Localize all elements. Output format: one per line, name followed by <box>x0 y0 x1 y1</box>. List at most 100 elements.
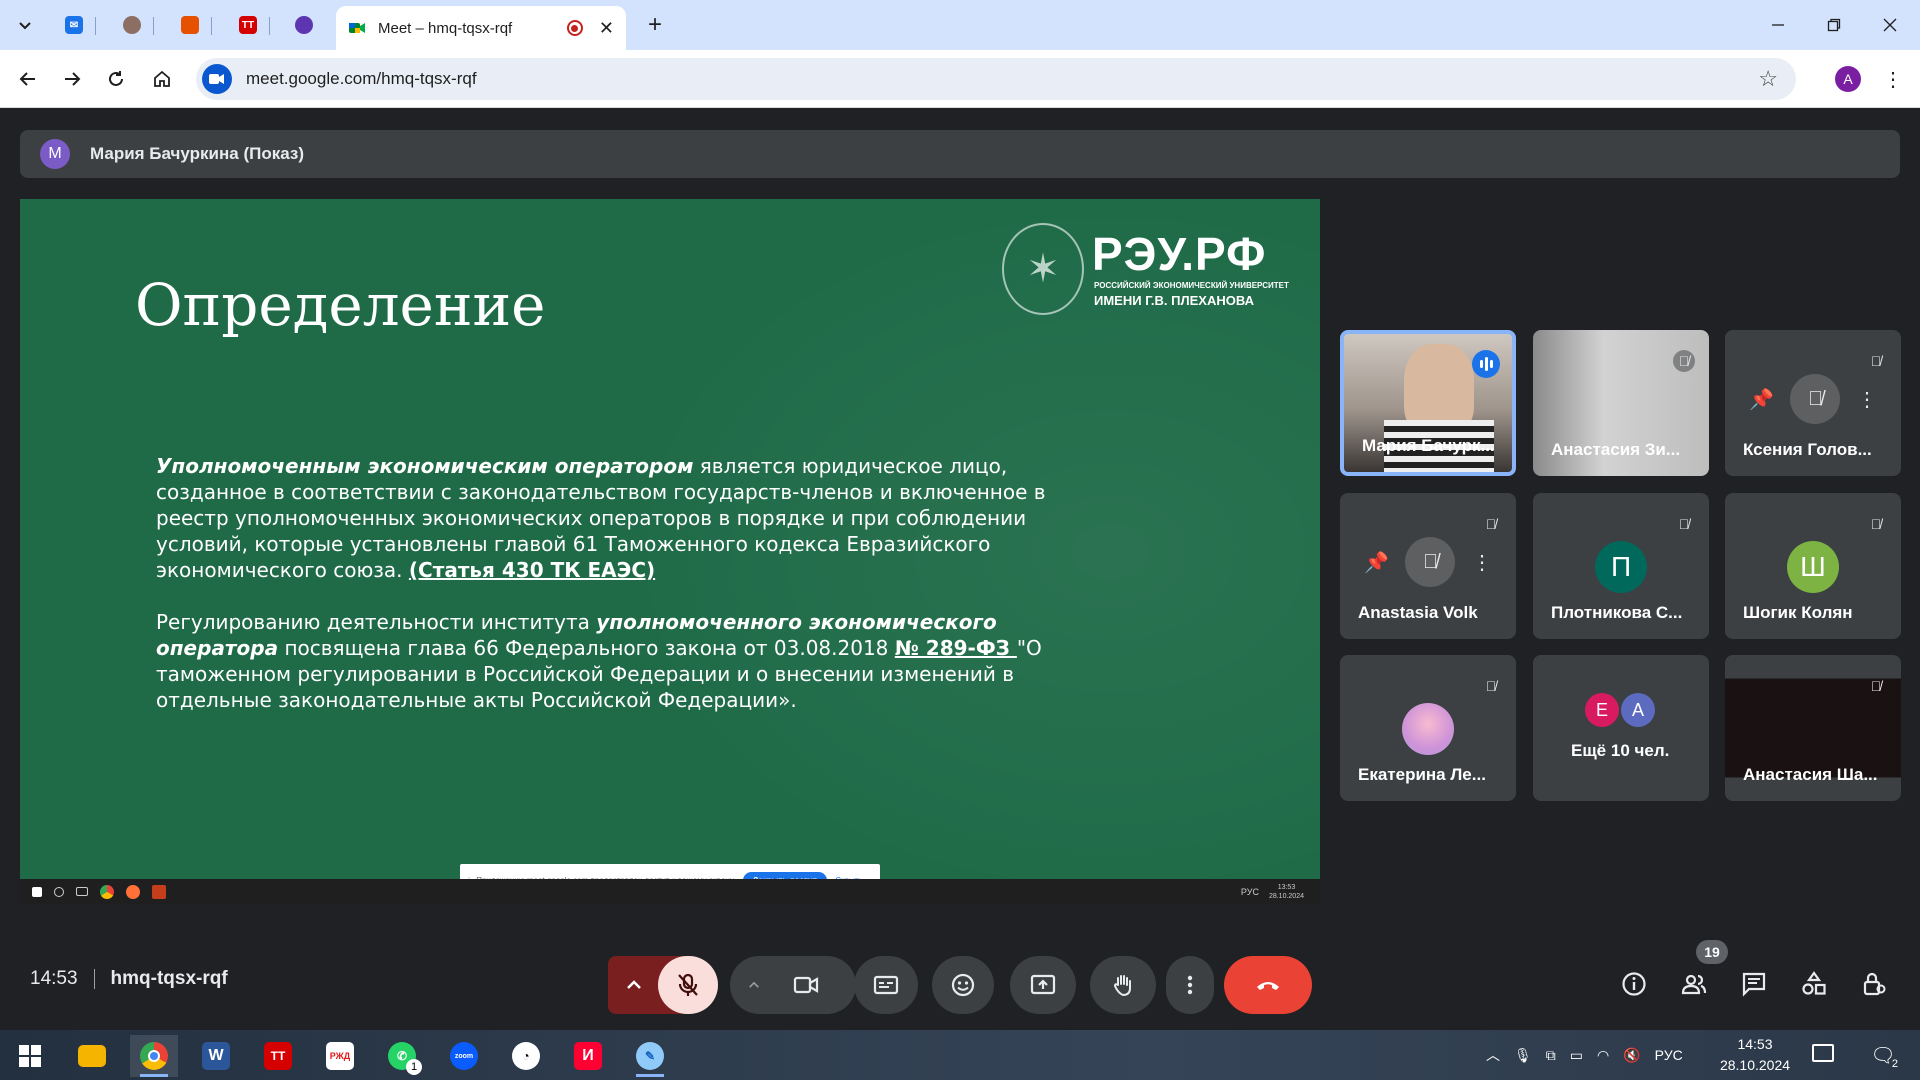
activities-icon <box>1802 971 1826 995</box>
browser-menu-button[interactable]: ⋮ <box>1878 63 1908 95</box>
show-desktop-icon[interactable] <box>1812 1044 1834 1062</box>
close-window-button[interactable] <box>1868 10 1912 40</box>
tab-separator <box>269 17 270 35</box>
shared-screen-taskbar: РУС 13:53 28.10.2024 <box>20 879 1320 904</box>
taskbar-word[interactable]: W <box>192 1035 240 1077</box>
participant-avatar: П <box>1595 541 1647 593</box>
participant-tile[interactable]: 🎙̸ П Плотникова С... <box>1533 493 1709 639</box>
speaker-mute-icon[interactable]: 🔇 <box>1623 1047 1640 1064</box>
reactions-button[interactable] <box>932 956 994 1014</box>
mail-icon: ✉ <box>65 16 83 34</box>
video-options-button[interactable] <box>730 956 856 1014</box>
more-options-icon[interactable]: ⋮ <box>1857 387 1877 412</box>
pin-icon[interactable]: 📌 <box>1364 550 1389 575</box>
system-tray: ︿ 🎙 ⧉ ▭ ◠ 🔇 РУС <box>1486 1030 1683 1080</box>
activities-button[interactable] <box>1790 960 1838 1008</box>
task-view-icon <box>76 887 88 896</box>
notification-badge: 1 <box>406 1059 422 1075</box>
home-button[interactable] <box>146 63 178 95</box>
recording-icon <box>566 20 583 36</box>
others-tile[interactable]: Е А Ещё 10 чел. <box>1533 655 1709 801</box>
taskbar-chrome[interactable] <box>130 1035 178 1077</box>
participant-tile[interactable]: 🎙̸ 📌 🎙̸ ⋮ Ксения Голов... <box>1725 330 1901 476</box>
taskbar-rzd[interactable]: РЖД <box>316 1035 364 1077</box>
participant-tile[interactable]: 🎙̸ Ш Шогик Колян <box>1725 493 1901 639</box>
notifications-button[interactable]: 🗨 2 <box>1866 1040 1900 1071</box>
participant-avatar: Е <box>1585 693 1619 727</box>
audio-options-chevron[interactable] <box>608 956 660 1014</box>
bookmark-star-icon[interactable]: ☆ <box>1758 66 1778 92</box>
mute-participant-icon[interactable]: 🎙̸ <box>1405 537 1456 587</box>
app-icon <box>295 16 313 34</box>
more-participants-label: Ещё 10 чел. <box>1571 741 1670 760</box>
address-bar[interactable]: meet.google.com/hmq-tqsx-rqf ☆ <box>196 58 1796 100</box>
language-indicator[interactable]: РУС <box>1655 1047 1683 1063</box>
chevron-up-icon <box>627 980 641 989</box>
people-button[interactable] <box>1670 960 1718 1008</box>
pin-icon[interactable]: 📌 <box>1749 387 1774 412</box>
participant-name: Мария Бачурк... <box>1362 436 1495 455</box>
taskbar-tt[interactable]: TT <box>254 1035 302 1077</box>
chevron-up-icon <box>749 981 759 988</box>
new-tab-button[interactable]: + <box>640 10 670 40</box>
taskbar-clock-app[interactable]: ◔ <box>502 1035 550 1077</box>
meet-indicator-icon[interactable]: ⧉ <box>1546 1047 1556 1064</box>
notification-count: 2 <box>1891 1058 1898 1070</box>
host-controls-button[interactable] <box>1850 960 1898 1008</box>
battery-icon[interactable]: ▭ <box>1570 1047 1583 1064</box>
taskbar-clock[interactable]: 14:53 28.10.2024 <box>1700 1034 1810 1076</box>
reload-button[interactable] <box>100 63 132 95</box>
taskbar-zoom[interactable]: zoom <box>440 1035 488 1077</box>
taskbar-yandex[interactable]: И <box>564 1035 612 1077</box>
microphone-icon[interactable]: 🎙 <box>1514 1047 1532 1064</box>
microphone-button[interactable] <box>658 956 718 1014</box>
mute-participant-icon[interactable]: 🎙̸ <box>1790 374 1841 424</box>
leave-call-button[interactable] <box>1224 956 1312 1014</box>
profile-avatar[interactable]: A <box>1835 66 1861 92</box>
pinned-tab-document[interactable] <box>172 10 208 40</box>
tab-search-button[interactable] <box>10 10 40 40</box>
forward-button[interactable] <box>56 63 88 95</box>
participant-tile[interactable]: 🎙̸ Анастасия Ша... <box>1725 655 1901 801</box>
site-info-icon[interactable] <box>202 64 232 94</box>
captions-button[interactable] <box>854 956 918 1014</box>
back-button[interactable] <box>12 63 44 95</box>
end-call-icon <box>1257 982 1279 990</box>
participant-name: Анастасия Зи... <box>1551 440 1681 459</box>
people-icon <box>1681 974 1707 995</box>
presenter-bar: M Мария Бачуркина (Показ) <box>20 130 1900 178</box>
meeting-details-button[interactable] <box>1610 960 1658 1008</box>
pinned-tab-app[interactable] <box>286 10 322 40</box>
participant-tile[interactable]: Мария Бачурк... <box>1340 330 1516 476</box>
pinned-tab-avatar[interactable] <box>114 10 150 40</box>
present-icon <box>1030 974 1056 995</box>
more-options-icon[interactable]: ⋮ <box>1472 550 1492 575</box>
close-tab-icon[interactable]: ✕ <box>599 18 614 39</box>
more-options-button[interactable] <box>1166 956 1214 1014</box>
chevron-up-icon[interactable]: ︿ <box>1486 1045 1500 1065</box>
slide-paragraph: Регулированию деятельности института упо… <box>156 609 1116 713</box>
pinned-tab-tt[interactable]: TT <box>230 10 266 40</box>
tile-controls: 📌 🎙̸ ⋮ <box>1354 537 1502 587</box>
restore-window-button[interactable] <box>1812 10 1856 40</box>
url-text[interactable]: meet.google.com/hmq-tqsx-rqf <box>246 69 477 89</box>
minimize-window-button[interactable] <box>1756 10 1800 40</box>
more-vert-icon <box>1187 975 1193 995</box>
pinned-tab-mail[interactable]: ✉ <box>56 10 92 40</box>
taskbar-whatsapp[interactable]: ✆ 1 <box>378 1035 426 1077</box>
present-screen-button[interactable] <box>1010 956 1076 1014</box>
taskbar-paint[interactable]: ✎ <box>626 1035 674 1077</box>
emoji-icon <box>951 973 975 997</box>
logo-title: РЭУ.РФ <box>1092 228 1267 280</box>
wifi-icon[interactable]: ◠ <box>1597 1047 1609 1064</box>
participant-tile[interactable]: 🎙̸ Анастасия Зи... <box>1533 330 1709 476</box>
raise-hand-button[interactable] <box>1090 956 1156 1014</box>
participant-tile[interactable]: 🎙̸ 📌 🎙̸ ⋮ Anastasia Volk <box>1340 493 1516 639</box>
chat-icon <box>1742 972 1766 997</box>
chat-button[interactable] <box>1730 960 1778 1008</box>
meeting-info: 14:53 hmq-tqsx-rqf <box>30 968 228 990</box>
participant-tile[interactable]: 🎙̸ Екатерина Ле... <box>1340 655 1516 801</box>
taskbar-file-explorer[interactable] <box>68 1035 116 1077</box>
tab-meet[interactable]: Meet – hmq-tqsx-rqf ✕ <box>336 6 626 50</box>
start-button[interactable] <box>6 1035 54 1077</box>
